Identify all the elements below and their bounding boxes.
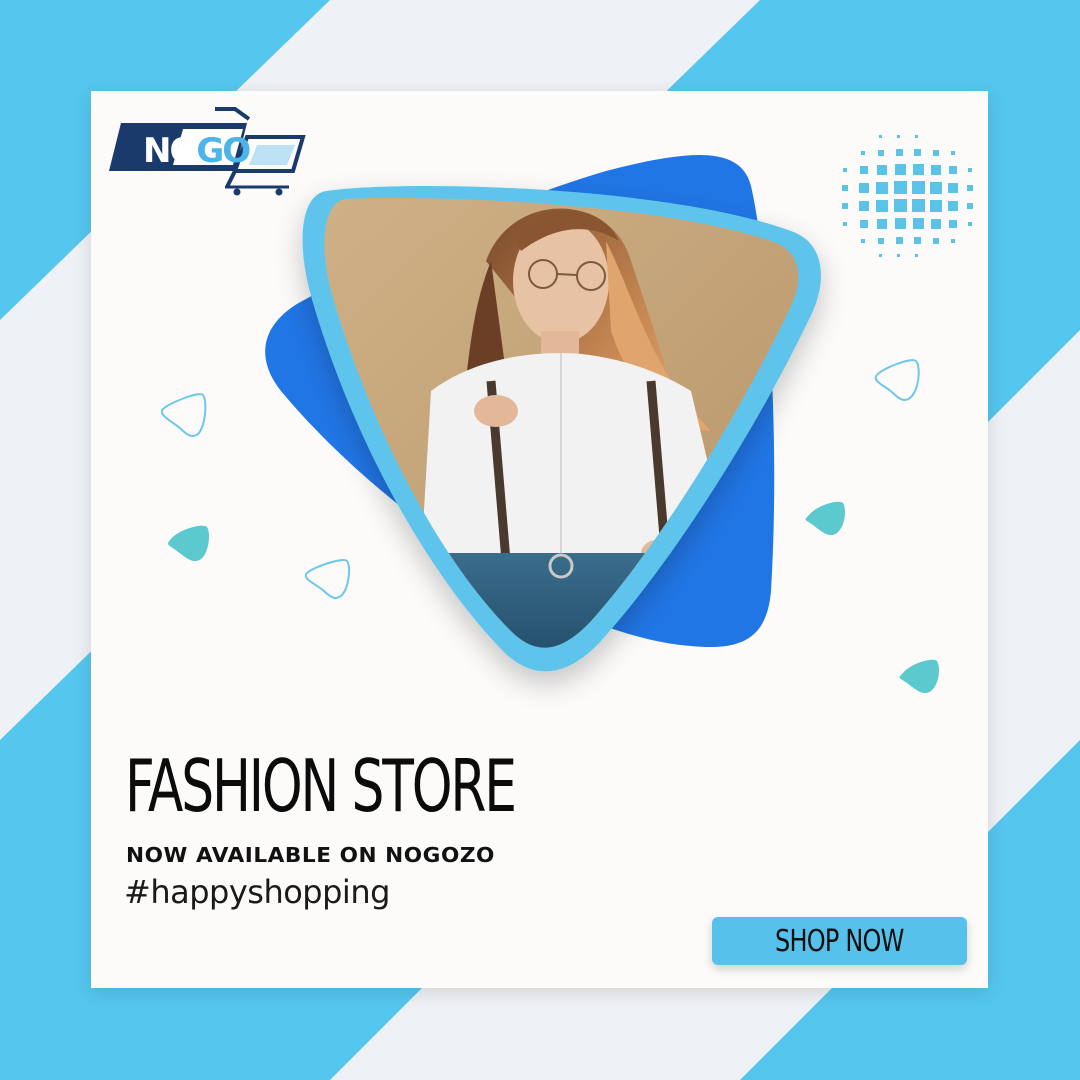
- teal-triangle-mid: [805, 501, 845, 536]
- ad-banner: NO GO FASHION STORE NOW AVAILABLE ON NOG…: [0, 0, 1080, 1080]
- subline: NOW AVAILABLE ON NOGOZO: [126, 843, 495, 867]
- shop-now-button[interactable]: SHOP NOW: [712, 917, 967, 965]
- hashtag: #happyshopping: [124, 873, 390, 911]
- outline-triangle-left: [160, 393, 207, 437]
- shop-now-label: SHOP NOW: [775, 923, 904, 959]
- headline: FASHION STORE: [125, 744, 517, 828]
- nogozo-logo: NO GO: [107, 101, 307, 196]
- logo-wordmark: NO GO: [143, 131, 251, 171]
- promo-card: NO GO FASHION STORE NOW AVAILABLE ON NOG…: [91, 91, 988, 988]
- outline-triangle-right: [874, 359, 920, 401]
- logo-text-part2: GO: [196, 131, 251, 171]
- teal-triangle-left: [168, 525, 209, 562]
- dot-grid-decoration: [842, 135, 973, 257]
- logo-text-part1: NO: [143, 131, 198, 171]
- outline-triangle-bottom: [304, 559, 351, 599]
- teal-triangle-right: [899, 659, 939, 694]
